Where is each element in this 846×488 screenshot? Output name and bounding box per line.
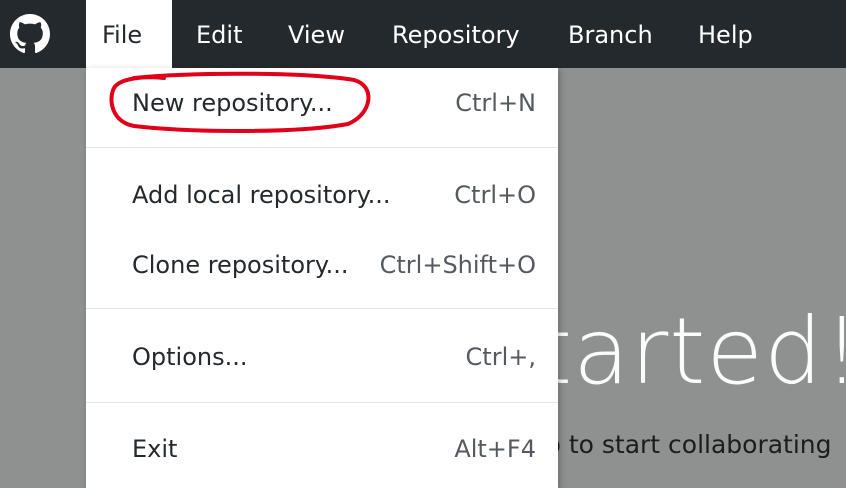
menu-item-clone-repository[interactable]: Clone repository... Ctrl+Shift+O <box>86 230 558 300</box>
menu-view[interactable]: View <box>272 0 361 68</box>
menu-file[interactable]: File <box>86 0 172 68</box>
menu-help[interactable]: Help <box>682 0 769 68</box>
file-menu-dropdown: New repository... Ctrl+N Add local repos… <box>86 68 558 488</box>
menu-item-label: New repository... <box>132 89 333 117</box>
menu-branch[interactable]: Branch <box>552 0 669 68</box>
menu-separator <box>86 308 558 309</box>
app-menubar: File Edit View Repository Branch Help <box>0 0 846 68</box>
menu-item-shortcut: Ctrl+Shift+O <box>379 251 536 279</box>
menu-item-options[interactable]: Options... Ctrl+, <box>86 322 558 392</box>
menu-item-label: Exit <box>132 435 178 463</box>
menu-item-exit[interactable]: Exit Alt+F4 <box>86 414 558 484</box>
welcome-title: tarted! <box>536 298 846 405</box>
menu-separator <box>86 402 558 403</box>
menu-item-new-repository[interactable]: New repository... Ctrl+N <box>86 68 558 138</box>
menu-item-shortcut: Alt+F4 <box>454 435 536 463</box>
menu-item-shortcut: Ctrl+O <box>454 181 536 209</box>
menu-item-add-local-repository[interactable]: Add local repository... Ctrl+O <box>86 160 558 230</box>
menu-item-shortcut: Ctrl+, <box>465 343 536 371</box>
menu-separator <box>86 147 558 148</box>
welcome-subtitle: p to start collaborating <box>545 430 832 459</box>
menu-repository[interactable]: Repository <box>376 0 536 68</box>
menu-item-label: Add local repository... <box>132 181 391 209</box>
menu-item-shortcut: Ctrl+N <box>455 89 536 117</box>
menu-edit[interactable]: Edit <box>180 0 258 68</box>
menu-item-label: Clone repository... <box>132 251 349 279</box>
menu-item-label: Options... <box>132 343 248 371</box>
github-octocat-icon[interactable] <box>10 14 50 54</box>
